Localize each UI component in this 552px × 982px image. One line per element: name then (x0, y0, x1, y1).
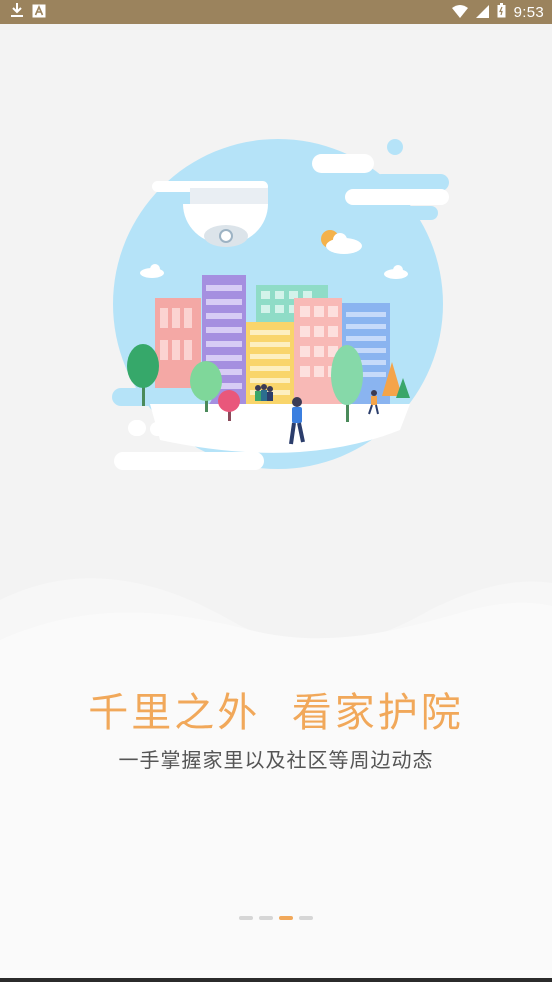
signal-icon (475, 3, 489, 22)
page-indicator-dot[interactable] (259, 916, 273, 920)
notification-a-icon (32, 3, 46, 22)
ground-bar (128, 420, 146, 436)
status-time: 9:53 (513, 3, 544, 21)
cloud-bar (373, 174, 449, 191)
download-icon (10, 2, 24, 22)
onboarding-title: 千里之外 看家护院 (88, 690, 464, 736)
security-camera-city-illustration (112, 139, 449, 470)
status-bar: 9:53 (0, 0, 552, 24)
bottom-edge (0, 978, 552, 982)
ground-bar (114, 452, 264, 470)
page-indicator-dot[interactable] (239, 916, 253, 920)
cloud-bar (400, 206, 438, 220)
wifi-icon (451, 3, 468, 22)
page-indicator (0, 916, 552, 920)
cloud-dot (387, 139, 403, 155)
page-indicator-dot-active[interactable] (279, 916, 293, 920)
ground-bar (150, 422, 260, 436)
cloud-bar (345, 189, 449, 205)
battery-icon (497, 2, 506, 22)
onboarding-subtitle: 一手掌握家里以及社区等周边动态 (118, 748, 434, 772)
cloud-bar (312, 154, 374, 173)
page-indicator-dot[interactable] (299, 916, 313, 920)
